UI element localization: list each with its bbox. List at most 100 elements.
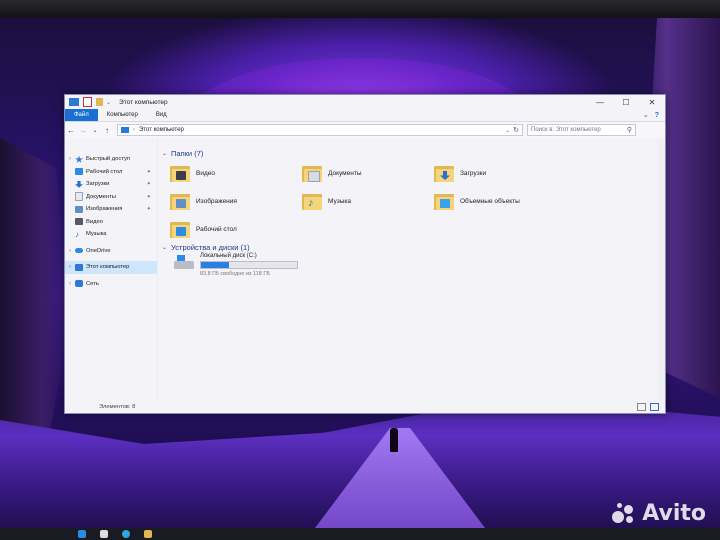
folder-tile-music[interactable]: ♪ Музыка [302,189,432,213]
expand-chevron-icon[interactable]: › [65,281,75,287]
window-controls: — ☐ ✕ [587,95,665,109]
folder-label: Объемные объекты [460,197,520,205]
items-count: Элементов: 8 [99,404,136,410]
expand-chevron-icon[interactable]: › [65,156,75,162]
collapse-chevron-icon[interactable]: ⌄ [162,150,167,157]
sidebar-item-label: Быстрый доступ [86,156,131,163]
maximize-button[interactable]: ☐ [613,95,639,109]
folder-tile-downloads[interactable]: Загрузки [434,161,564,185]
status-bar: Элементов: 8 [65,401,665,413]
back-button[interactable]: ← [65,126,77,135]
sidebar-item-documents[interactable]: Документы ✦ [65,191,157,204]
tab-computer[interactable]: Компьютер [98,109,147,121]
sidebar-item-downloads[interactable]: Загрузки ✦ [65,178,157,191]
folder-label: Документы [328,169,362,177]
search-placeholder: Поиск в: Этот компьютер [531,127,601,133]
recent-locations-chevron-icon[interactable]: ⌄ [89,127,101,134]
sidebar-item-pictures[interactable]: Изображения ✦ [65,203,157,216]
minimize-button[interactable]: — [587,95,613,109]
this-pc-icon [69,98,79,106]
breadcrumb-this-pc[interactable]: Этот компьютер [139,127,184,133]
folder-label: Загрузки [460,169,487,177]
title-bar[interactable]: ⌄ Этот компьютер — ☐ ✕ [65,95,665,109]
pictures-icon [75,205,83,213]
pin-icon: ✦ [146,206,151,213]
view-toggle [637,403,659,411]
devices-group-header[interactable]: ⌄ Устройства и диски (1) [162,243,250,252]
help-icon[interactable]: ? [655,112,659,119]
taskbar-chrome-icon[interactable] [100,530,108,538]
main-pane: ⌄ Папки (7) Видео Документы Загрузки Изо… [158,139,665,401]
vertical-scrollbar[interactable] [657,139,665,401]
taskbar-edge-icon[interactable] [78,530,86,538]
new-folder-icon[interactable] [96,98,103,106]
sidebar-item-label: Видео [86,218,103,225]
address-bar-row: ← → ⌄ ↑ › Этот компьютер ⌄ ↻ Поиск в: Эт… [65,122,665,138]
sidebar-item-label: Этот компьютер [86,264,130,271]
navigation-pane: › Быстрый доступ Рабочий стол ✦ Загрузки… [65,139,158,401]
close-button[interactable]: ✕ [639,95,665,109]
breadcrumb-separator-icon: › [133,127,135,133]
folders-group-header[interactable]: ⌄ Папки (7) [162,149,203,158]
drive-tile-c[interactable]: Локальный диск (C:) 83,8 ГБ свободно из … [174,253,298,277]
monitor-bezel [0,0,720,18]
avito-watermark-text: Avito [642,501,706,526]
folder-tile-3d-objects[interactable]: Объемные объекты [434,189,564,213]
folder-tile-pictures[interactable]: Изображения [170,189,300,213]
up-button[interactable]: ↑ [101,126,113,135]
pin-icon: ✦ [146,193,151,200]
video-folder-icon [170,164,190,182]
sidebar-item-label: Изображения [86,206,123,213]
sidebar-item-desktop[interactable]: Рабочий стол ✦ [65,166,157,179]
music-folder-icon: ♪ [302,192,322,210]
search-input[interactable]: Поиск в: Этот компьютер ⚲ [527,124,636,136]
sidebar-item-label: Загрузки [86,181,110,188]
pin-icon: ✦ [146,168,151,175]
pictures-folder-icon [170,192,190,210]
sidebar-item-music[interactable]: ♪ Музыка [65,228,157,241]
collapse-chevron-icon[interactable]: ⌄ [162,244,167,251]
drive-capacity-bar [200,261,298,269]
taskbar-telegram-icon[interactable] [122,530,130,538]
address-dropdown-icon[interactable]: ⌄ [505,127,510,134]
taskbar-explorer-icon[interactable] [144,530,152,538]
file-explorer-window: ⌄ Этот компьютер — ☐ ✕ Файл Компьютер Ви… [64,94,666,414]
sidebar-item-label: Рабочий стол [86,168,123,175]
sidebar-item-quick-access[interactable]: › Быстрый доступ [65,153,157,166]
ribbon-expand-chevron-icon[interactable]: ⌄ [643,111,649,119]
folder-label: Рабочий стол [196,225,237,233]
details-view-icon[interactable] [637,403,646,411]
folder-tile-desktop[interactable]: Рабочий стол [170,217,300,241]
tab-file[interactable]: Файл [65,109,98,121]
sidebar-item-onedrive[interactable]: › OneDrive [65,245,157,258]
refresh-icon[interactable]: ↻ [513,126,519,134]
drive-name: Локальный диск (C:) [200,253,257,259]
network-icon [75,280,83,288]
video-icon [75,218,83,226]
large-icons-view-icon[interactable] [650,403,659,411]
window-title: Этот компьютер [119,98,168,106]
forward-button[interactable]: → [77,126,89,135]
folder-label: Видео [196,169,215,177]
tab-view[interactable]: Вид [147,109,176,121]
folder-tile-documents[interactable]: Документы [302,161,432,185]
sidebar-item-videos[interactable]: Видео [65,216,157,229]
desktop-folder-icon [170,220,190,238]
ribbon-tabs: Файл Компьютер Вид ⌄ ? [65,109,665,122]
expand-chevron-icon[interactable]: › [65,264,75,270]
drive-free-space: 83,8 ГБ свободно из 118 ГБ [200,271,270,277]
expand-chevron-icon[interactable]: › [65,248,75,254]
avito-logo-icon [612,502,638,525]
address-bar[interactable]: › Этот компьютер ⌄ ↻ [117,124,523,136]
this-pc-icon [121,127,129,133]
sidebar-item-this-pc[interactable]: › Этот компьютер [65,261,157,274]
properties-icon[interactable] [83,97,92,107]
sidebar-item-network[interactable]: › Сеть [65,278,157,291]
sidebar-item-label: OneDrive [86,247,111,254]
quick-access-toolbar-chevron-icon[interactable]: ⌄ [106,99,111,106]
pin-icon: ✦ [146,181,151,188]
folder-tile-videos[interactable]: Видео [170,161,300,185]
explorer-content: › Быстрый доступ Рабочий стол ✦ Загрузки… [65,139,665,401]
star-icon [75,155,83,163]
3d-objects-folder-icon [434,192,454,210]
